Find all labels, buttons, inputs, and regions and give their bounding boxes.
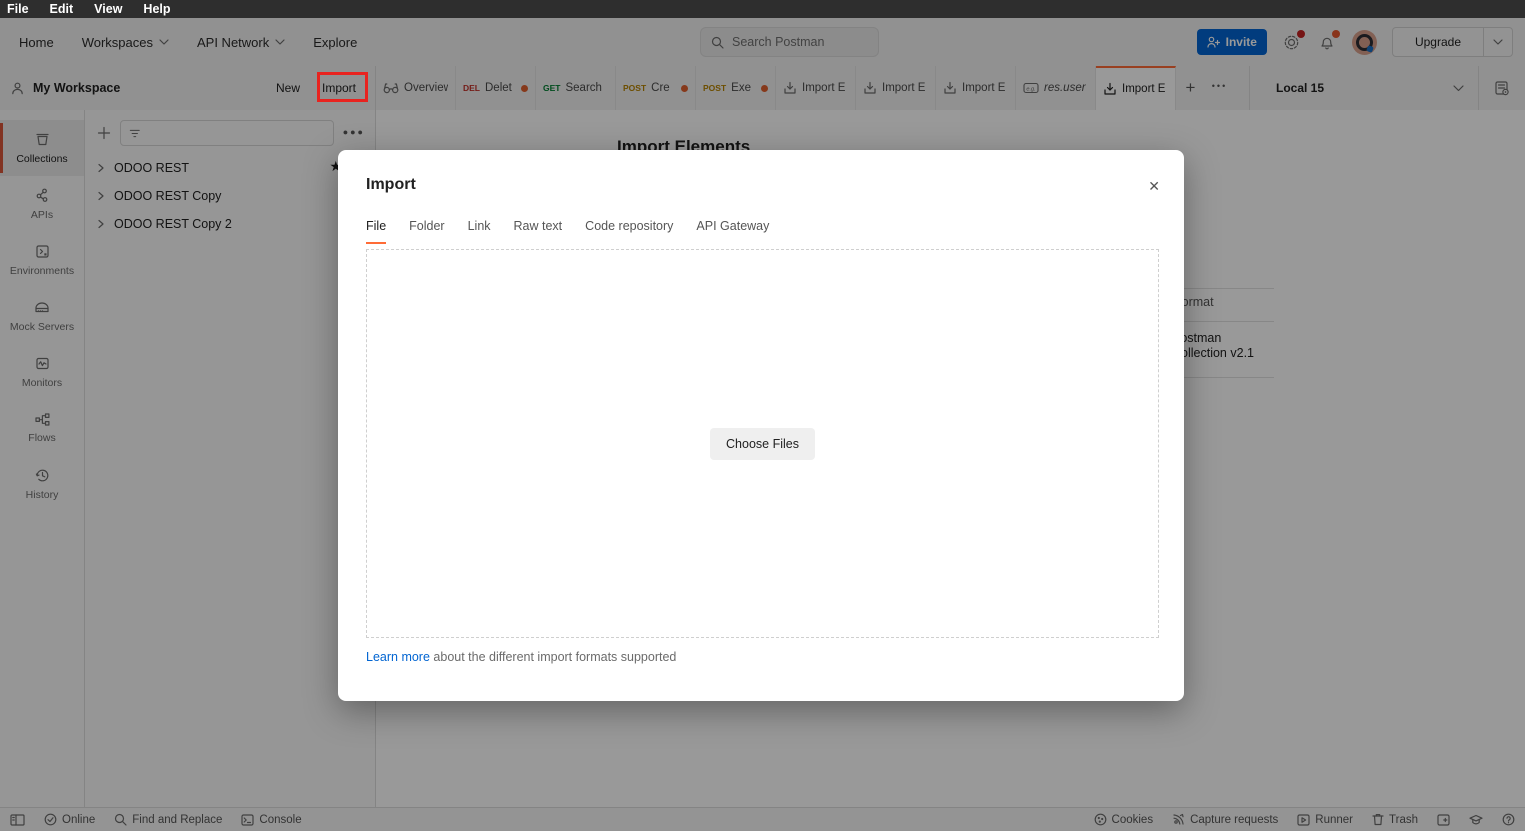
tab-file[interactable]: File <box>366 219 386 244</box>
menu-edit[interactable]: Edit <box>50 2 74 16</box>
tab-raw-text[interactable]: Raw text <box>514 219 563 244</box>
native-menubar: File Edit View Help <box>0 0 1525 18</box>
learn-more-link[interactable]: Learn more <box>366 650 430 664</box>
modal-footer: Learn more about the different import fo… <box>366 650 1159 664</box>
menu-help[interactable]: Help <box>143 2 170 16</box>
tab-link[interactable]: Link <box>468 219 491 244</box>
choose-files-button[interactable]: Choose Files <box>710 428 815 460</box>
import-modal: Import ✕ File Folder Link Raw text Code … <box>338 150 1184 701</box>
close-icon[interactable]: ✕ <box>1144 174 1164 199</box>
footer-text: about the different import formats suppo… <box>430 650 676 664</box>
import-modal-tabs: File Folder Link Raw text Code repositor… <box>366 219 1159 244</box>
menu-file[interactable]: File <box>7 2 29 16</box>
file-dropzone[interactable]: Choose Files <box>366 249 1159 638</box>
tab-folder[interactable]: Folder <box>409 219 444 244</box>
tab-code-repository[interactable]: Code repository <box>585 219 673 244</box>
menu-view[interactable]: View <box>94 2 122 16</box>
modal-title: Import <box>366 176 1159 194</box>
tab-api-gateway[interactable]: API Gateway <box>696 219 769 244</box>
